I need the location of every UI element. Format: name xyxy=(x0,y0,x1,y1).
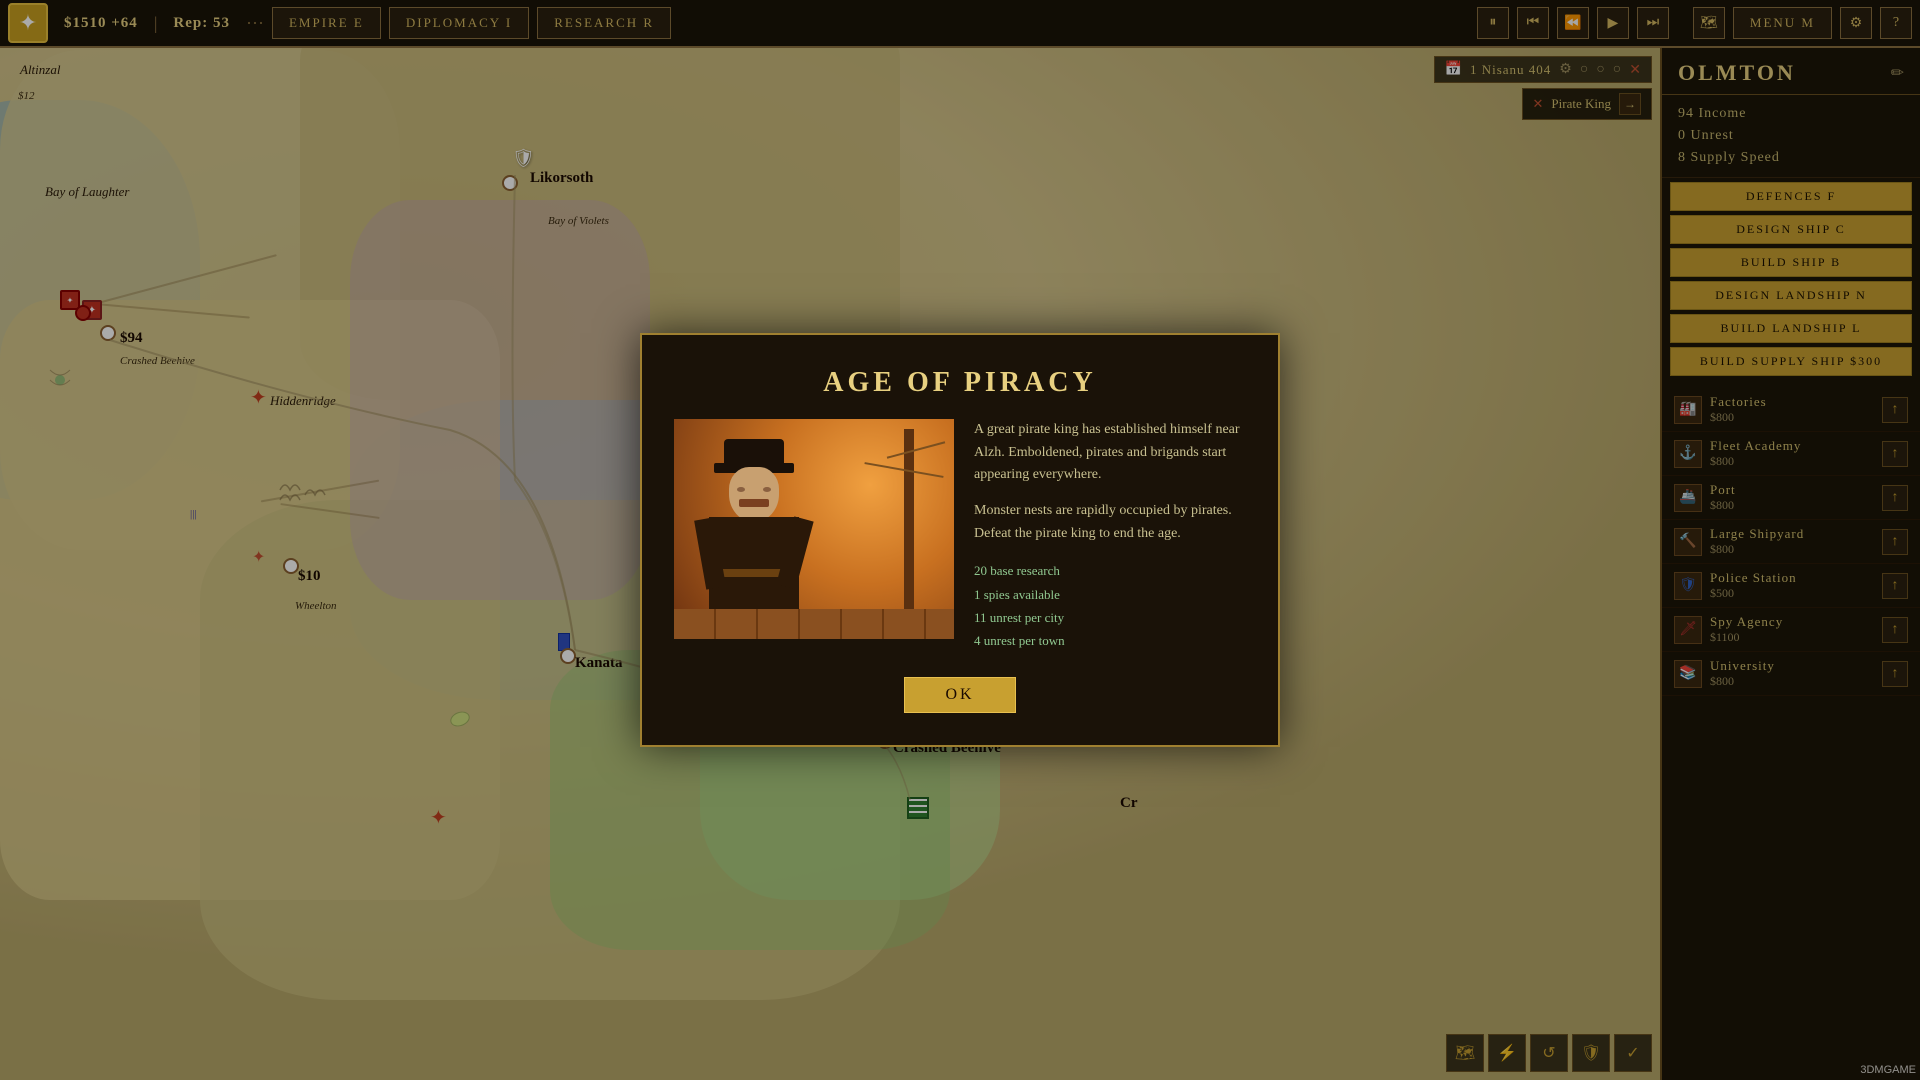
modal-image xyxy=(674,419,954,639)
modal-overlay: Age of Piracy xyxy=(0,0,1920,1080)
watermark: 3DMGAME xyxy=(1860,1064,1916,1076)
modal-effects: 20 base research 1 spies available 11 un… xyxy=(974,559,1246,653)
modal-footer: OK xyxy=(674,677,1246,713)
event-modal: Age of Piracy xyxy=(640,333,1280,747)
modal-text: A great pirate king has established hims… xyxy=(974,419,1246,653)
modal-desc2: Monster nests are rapidly occupied by pi… xyxy=(974,500,1246,545)
modal-body: A great pirate king has established hims… xyxy=(674,419,1246,653)
effect-unrest-city: 11 unrest per city xyxy=(974,606,1246,629)
effect-unrest-town: 4 unrest per town xyxy=(974,629,1246,652)
effect-research: 20 base research xyxy=(974,559,1246,582)
modal-desc1: A great pirate king has established hims… xyxy=(974,419,1246,486)
effect-spies: 1 spies available xyxy=(974,583,1246,606)
ok-button[interactable]: OK xyxy=(904,677,1015,713)
modal-title: Age of Piracy xyxy=(674,367,1246,399)
